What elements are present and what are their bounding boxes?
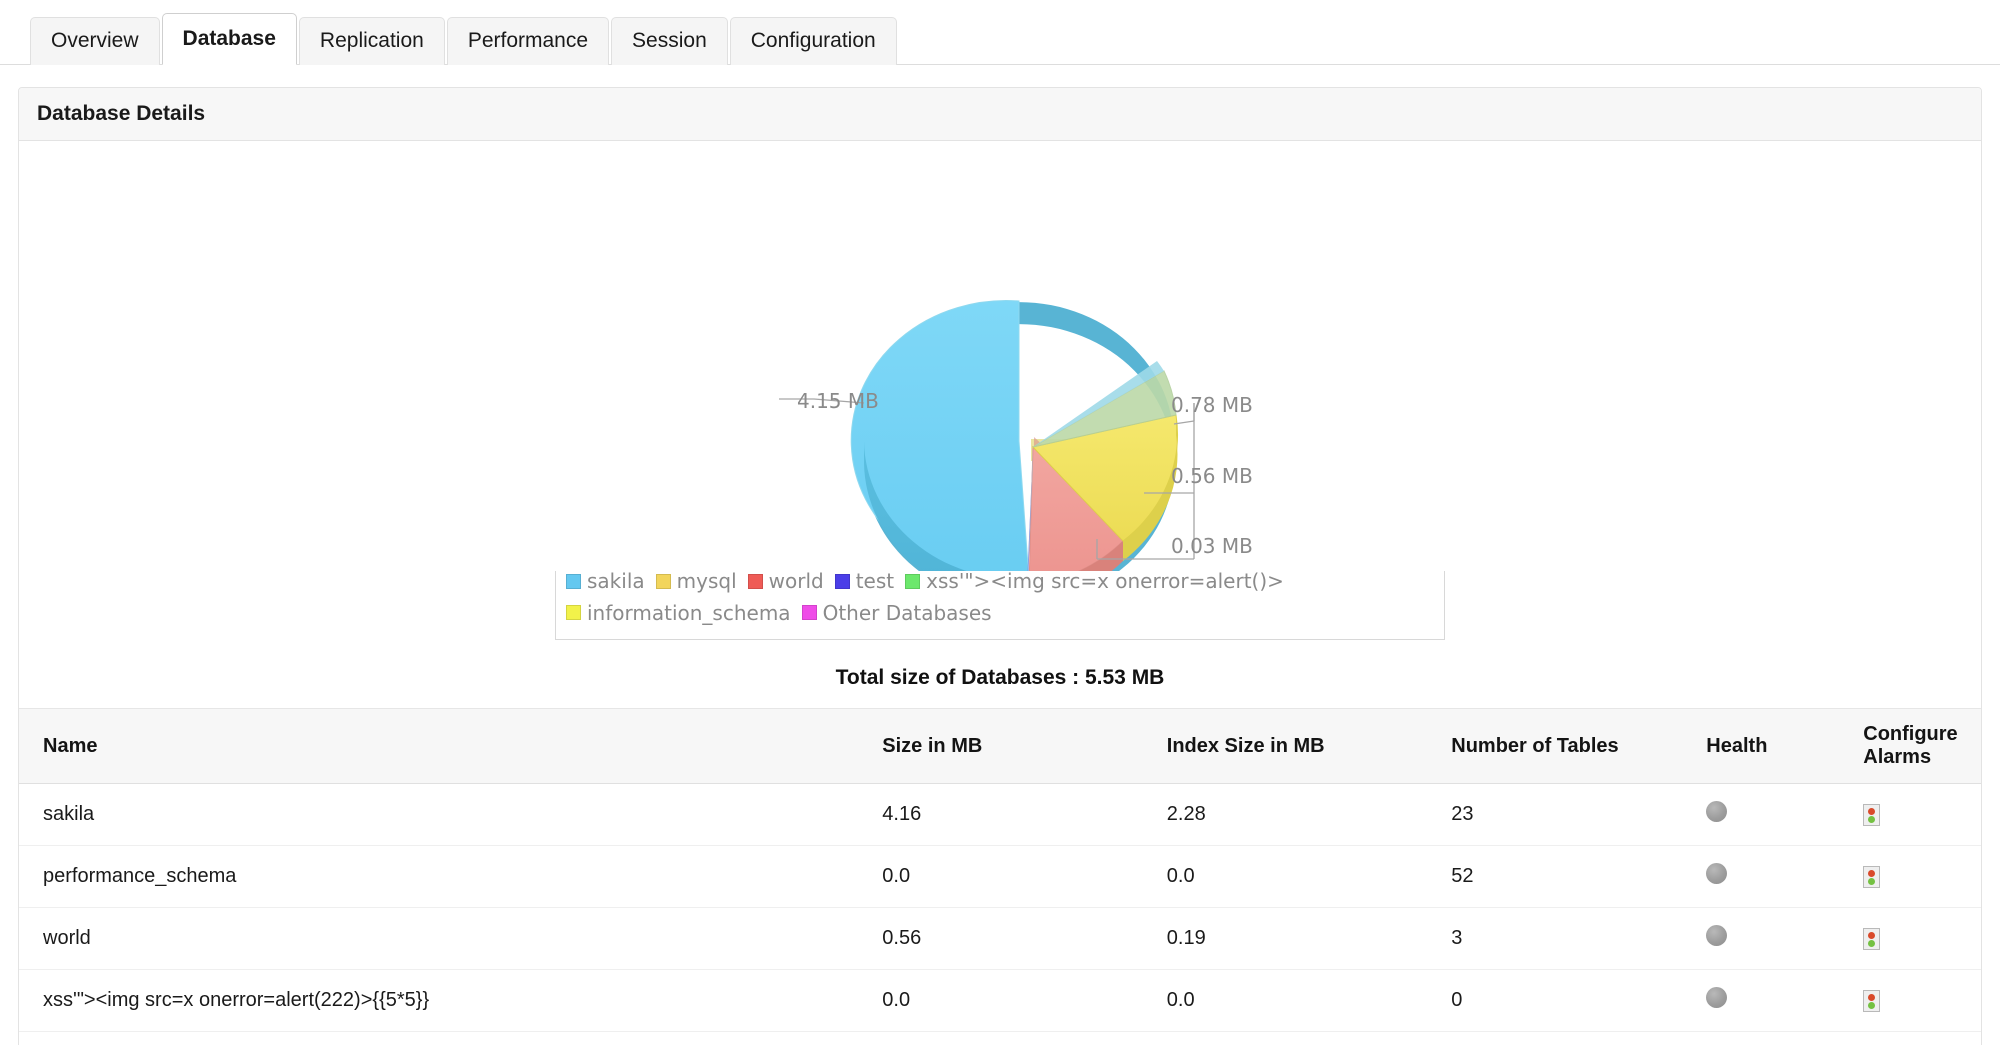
pie-label-sakila: 4.15 MB — [797, 389, 879, 413]
tab-session[interactable]: Session — [611, 17, 728, 65]
legend-swatch-icon — [748, 574, 763, 589]
cell-size: 0.0 — [882, 970, 1166, 1032]
tab-configuration[interactable]: Configuration — [730, 17, 897, 65]
legend-label: Other Databases — [823, 599, 992, 627]
cell-index: 2.28 — [1167, 784, 1451, 846]
configure-alarm-icon[interactable] — [1863, 804, 1880, 826]
cell-name: performance_schema — [19, 846, 882, 908]
tab-overview[interactable]: Overview — [30, 17, 160, 65]
table-body: sakila4.162.2823performance_schema0.00.0… — [19, 784, 1981, 1045]
legend-swatch-icon — [802, 605, 817, 620]
cell-health — [1706, 1032, 1863, 1045]
col-header-tables[interactable]: Number of Tables — [1451, 709, 1706, 784]
col-header-health[interactable]: Health — [1706, 709, 1863, 784]
alarm-red-light-icon — [1868, 932, 1875, 939]
legend-swatch-icon — [905, 574, 920, 589]
cell-alarms — [1863, 970, 1981, 1032]
legend-swatch-icon — [566, 605, 581, 620]
legend-label: information_schema — [587, 599, 791, 627]
pie-chart-svg — [19, 141, 2000, 571]
legend-label: world — [769, 567, 824, 595]
legend-item[interactable]: world — [748, 567, 824, 595]
database-table: Name Size in MB Index Size in MB Number … — [19, 708, 1981, 1045]
legend-label: test — [856, 567, 894, 595]
legend-item[interactable]: mysql — [656, 567, 737, 595]
cell-alarms — [1863, 1032, 1981, 1045]
table-header: Name Size in MB Index Size in MB Number … — [19, 709, 1981, 784]
table-row: sakila4.162.2823 — [19, 784, 1981, 846]
col-header-name[interactable]: Name — [19, 709, 882, 784]
table-header-row: Name Size in MB Index Size in MB Number … — [19, 709, 1981, 784]
cell-size: 0.56 — [882, 908, 1166, 970]
cell-name: world — [19, 908, 882, 970]
total-size-label: Total size of Databases : 5.53 MB — [19, 666, 1981, 690]
legend-label: sakila — [587, 567, 645, 595]
col-header-size[interactable]: Size in MB — [882, 709, 1166, 784]
cell-tables: 0 — [1451, 1032, 1706, 1045]
cell-alarms — [1863, 908, 1981, 970]
cell-size: 4.16 — [882, 784, 1166, 846]
database-size-pie-chart: 4.15 MB 0.78 MB 0.56 MB 0.03 MB — [19, 141, 1981, 571]
col-header-alarms[interactable]: Configure Alarms — [1863, 709, 1981, 784]
legend-item[interactable]: test — [835, 567, 894, 595]
pie-label-mysql: 0.78 MB — [1171, 393, 1253, 417]
cell-size: 0.0 — [882, 1032, 1166, 1045]
table-row: data0.00.00 — [19, 1032, 1981, 1045]
health-status-dot-icon — [1706, 863, 1727, 884]
cell-name: data — [19, 1032, 882, 1045]
legend-item[interactable]: xss'"><img src=x onerror=alert()> — [905, 567, 1284, 595]
cell-tables: 52 — [1451, 846, 1706, 908]
cell-index: 0.0 — [1167, 1032, 1451, 1045]
alarm-green-light-icon — [1868, 816, 1875, 823]
cell-health — [1706, 846, 1863, 908]
table-row: world0.560.193 — [19, 908, 1981, 970]
cell-name: sakila — [19, 784, 882, 846]
table-row: xss'"><img src=x onerror=alert(222)>{{5*… — [19, 970, 1981, 1032]
tab-database[interactable]: Database — [162, 13, 297, 65]
cell-index: 0.0 — [1167, 970, 1451, 1032]
cell-name: xss'"><img src=x onerror=alert(222)>{{5*… — [19, 970, 882, 1032]
tab-bar: OverviewDatabaseReplicationPerformanceSe… — [0, 0, 2000, 65]
health-status-dot-icon — [1706, 801, 1727, 822]
pie-label-test: 0.03 MB — [1171, 534, 1253, 558]
legend-item[interactable]: sakila — [566, 567, 645, 595]
panel-body: 4.15 MB 0.78 MB 0.56 MB 0.03 MB sakila my… — [19, 141, 1981, 1045]
configure-alarm-icon[interactable] — [1863, 928, 1880, 950]
cell-health — [1706, 784, 1863, 846]
cell-tables: 3 — [1451, 908, 1706, 970]
health-status-dot-icon — [1706, 925, 1727, 946]
configure-alarm-icon[interactable] — [1863, 866, 1880, 888]
legend-label: mysql — [677, 567, 737, 595]
tab-performance[interactable]: Performance — [447, 17, 609, 65]
cell-alarms — [1863, 846, 1981, 908]
alarm-green-light-icon — [1868, 878, 1875, 885]
legend-item[interactable]: information_schema — [566, 599, 791, 627]
alarm-green-light-icon — [1868, 1002, 1875, 1009]
tab-replication[interactable]: Replication — [299, 17, 445, 65]
cell-tables: 0 — [1451, 970, 1706, 1032]
cell-alarms — [1863, 784, 1981, 846]
cell-index: 0.0 — [1167, 846, 1451, 908]
cell-health — [1706, 970, 1863, 1032]
alarm-green-light-icon — [1868, 940, 1875, 947]
pie-label-world: 0.56 MB — [1171, 464, 1253, 488]
database-details-panel: Database Details — [18, 87, 1982, 1045]
legend-swatch-icon — [656, 574, 671, 589]
col-header-index[interactable]: Index Size in MB — [1167, 709, 1451, 784]
alarm-red-light-icon — [1868, 870, 1875, 877]
health-status-dot-icon — [1706, 987, 1727, 1008]
legend-swatch-icon — [835, 574, 850, 589]
alarm-red-light-icon — [1868, 808, 1875, 815]
alarm-red-light-icon — [1868, 994, 1875, 1001]
cell-size: 0.0 — [882, 846, 1166, 908]
table-row: performance_schema0.00.052 — [19, 846, 1981, 908]
cell-tables: 23 — [1451, 784, 1706, 846]
cell-health — [1706, 908, 1863, 970]
legend-swatch-icon — [566, 574, 581, 589]
cell-index: 0.19 — [1167, 908, 1451, 970]
legend-label: xss'"><img src=x onerror=alert()> — [926, 567, 1284, 595]
panel-title: Database Details — [19, 88, 1981, 141]
legend-item[interactable]: Other Databases — [802, 599, 992, 627]
configure-alarm-icon[interactable] — [1863, 990, 1880, 1012]
